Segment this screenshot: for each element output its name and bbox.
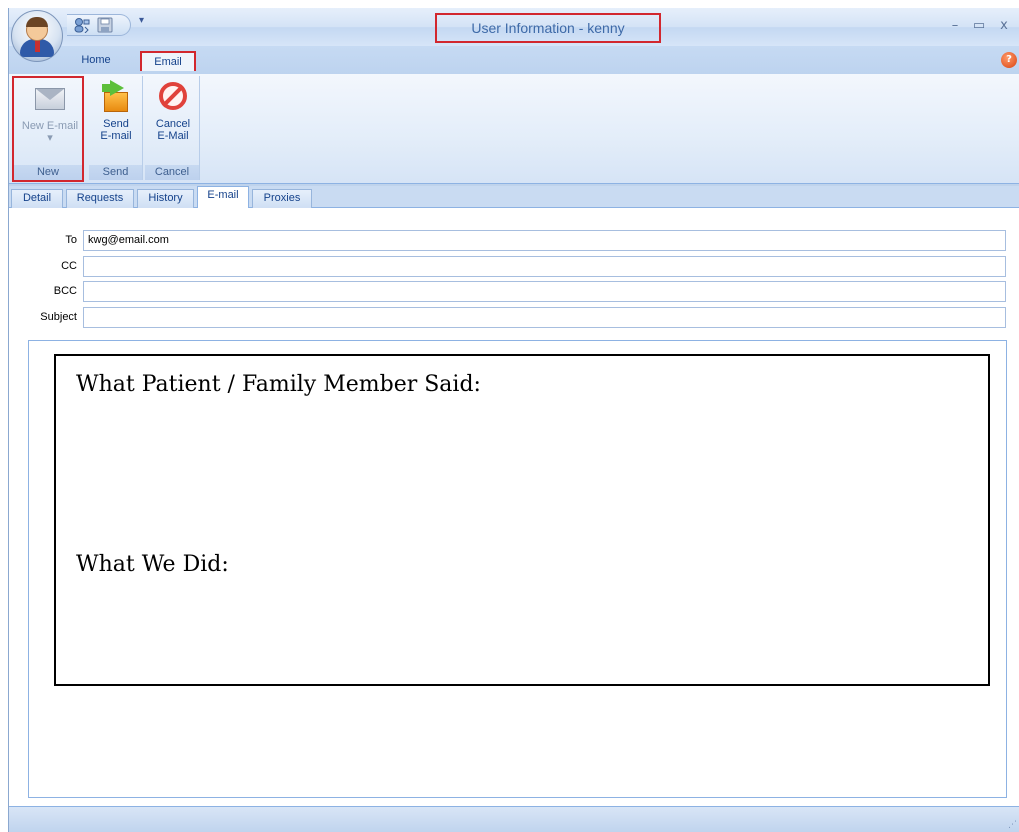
maximize-button[interactable]: ▭ [969,18,989,34]
tab-detail[interactable]: Detail [11,189,63,208]
ribbon-group-label-cancel: Cancel [145,165,199,180]
title-bar: ▾ User Information - kenny – ▭ x [9,8,1019,62]
send-email-label-line1: Send [103,118,129,130]
cancel-email-label-line2: E-Mail [157,130,189,142]
bcc-label: BCC [53,285,77,297]
close-button[interactable]: x [994,18,1014,34]
tab-requests[interactable]: Requests [66,189,134,208]
cc-field[interactable] [83,256,1006,277]
send-email-label-line2: E-mail [100,130,132,142]
tab-e-mail[interactable]: E-mail [197,186,249,209]
help-icon[interactable]: ? [1001,52,1017,68]
new-email-label: New E-mail [21,120,79,132]
ribbon-group-new: New E-mail ▾ New [12,76,84,182]
cc-label: CC [61,260,77,272]
user-information-window: ▾ User Information - kenny – ▭ x Home Em… [8,8,1019,832]
cancel-email-button[interactable]: Cancel E-Mail [147,78,199,142]
status-bar: ⋰ [9,806,1019,832]
ribbon-group-cancel: Cancel E-Mail Cancel [145,76,200,180]
new-email-button[interactable]: New E-mail ▾ [16,80,84,144]
send-icon [98,80,134,114]
quick-access-toolbar [67,14,131,36]
envelope-icon [32,82,68,116]
customize-toolbar-dropdown[interactable]: ▾ [139,15,151,31]
subject-label: Subject [40,311,77,323]
ribbon-group-label-new: New [14,165,82,180]
email-body-editor[interactable]: What Patient / Family Member Said: What … [28,340,1007,798]
patient-said-heading: What Patient / Family Member Said: [76,372,481,397]
cancel-email-label-line1: Cancel [155,118,191,130]
bcc-field[interactable] [83,281,1006,302]
user-avatar-tie [35,40,40,52]
user-sync-icon[interactable] [73,17,91,34]
save-icon[interactable] [97,17,115,33]
cancel-icon [155,80,191,114]
ribbon-panel: New E-mail ▾ New Send E-mail Send Cancel… [9,74,1019,184]
user-avatar-hair [26,17,48,27]
detail-tab-strip: Detail Requests History E-mail Proxies [9,186,1019,209]
tab-proxies[interactable]: Proxies [252,189,312,208]
email-tab-content: To kwg@email.com CC BCC Subject What Pat… [9,208,1019,806]
to-row: To kwg@email.com [9,230,1019,252]
bcc-row: BCC [9,281,1019,303]
note-template-box[interactable]: What Patient / Family Member Said: What … [54,354,990,686]
cc-row: CC [9,256,1019,278]
ribbon-tab-bar: Home Email ? [9,46,1019,74]
window-title: User Information - kenny [435,13,661,43]
to-label: To [65,234,77,246]
subject-field[interactable] [83,307,1006,328]
to-field[interactable]: kwg@email.com [83,230,1006,251]
what-we-did-heading: What We Did: [76,552,229,577]
application-menu-button[interactable] [11,10,63,62]
new-email-dropdown-arrow[interactable]: ▾ [16,132,84,144]
ribbon-group-label-send: Send [89,165,142,180]
subject-row: Subject [9,307,1019,329]
minimize-button[interactable]: – [945,18,965,34]
ribbon-tab-email[interactable]: Email [140,51,196,71]
resize-grip-icon[interactable]: ⋰ [1008,820,1018,830]
send-email-button[interactable]: Send E-mail [91,78,141,142]
ribbon-tab-home[interactable]: Home [69,51,123,71]
tab-history[interactable]: History [137,189,194,208]
ribbon-group-send: Send E-mail Send [89,76,143,180]
